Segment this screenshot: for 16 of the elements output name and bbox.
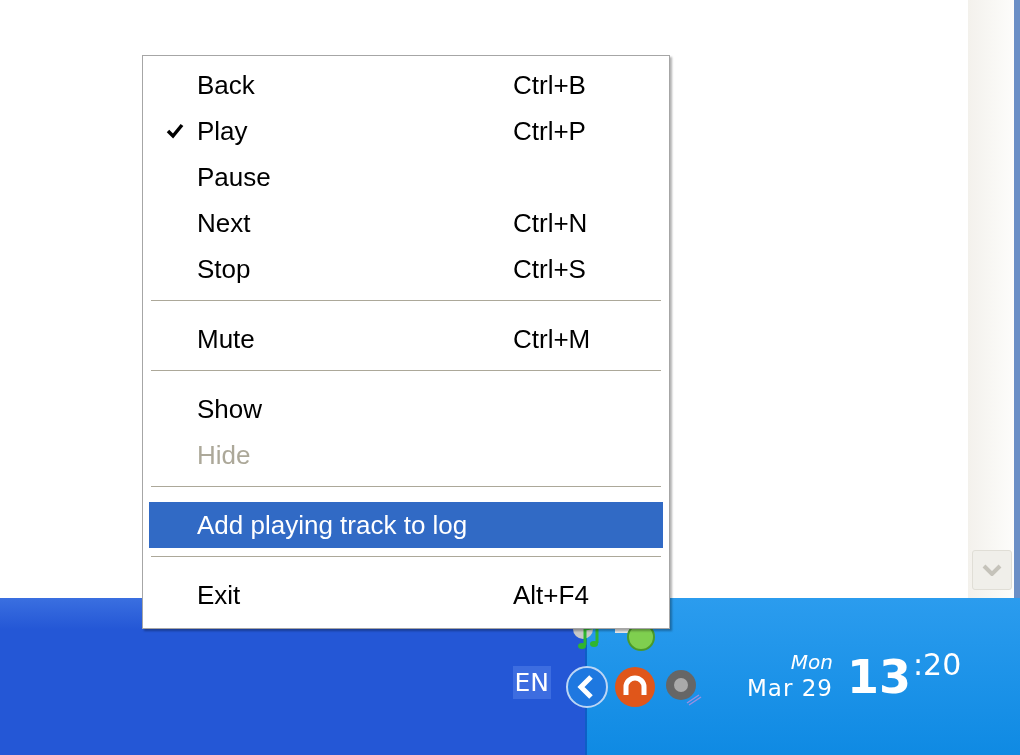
menu-item[interactable]: Pause [149,154,663,200]
clock-date: Mar 29 [747,674,833,702]
menu-item[interactable]: Show [149,386,663,432]
menu-item[interactable]: Next Ctrl+N [149,200,663,246]
language-indicator[interactable]: EN [512,666,551,699]
ring-icon[interactable] [613,665,657,709]
clock-weekday: Mon [790,650,833,674]
menu-item[interactable]: Stop Ctrl+S [149,246,663,292]
menu-item[interactable]: Play Ctrl+P [149,108,663,154]
clock-minutes: :20 [913,650,962,680]
menu-item[interactable]: Back Ctrl+B [149,62,663,108]
menu-item[interactable]: Mute Ctrl+M [149,316,663,362]
clock-hours: 13 [847,654,911,700]
chevron-down-icon [982,564,1002,576]
menu-item[interactable]: Add playing track to log [149,502,663,548]
menu-item[interactable]: Exit Alt+F4 [149,572,663,618]
